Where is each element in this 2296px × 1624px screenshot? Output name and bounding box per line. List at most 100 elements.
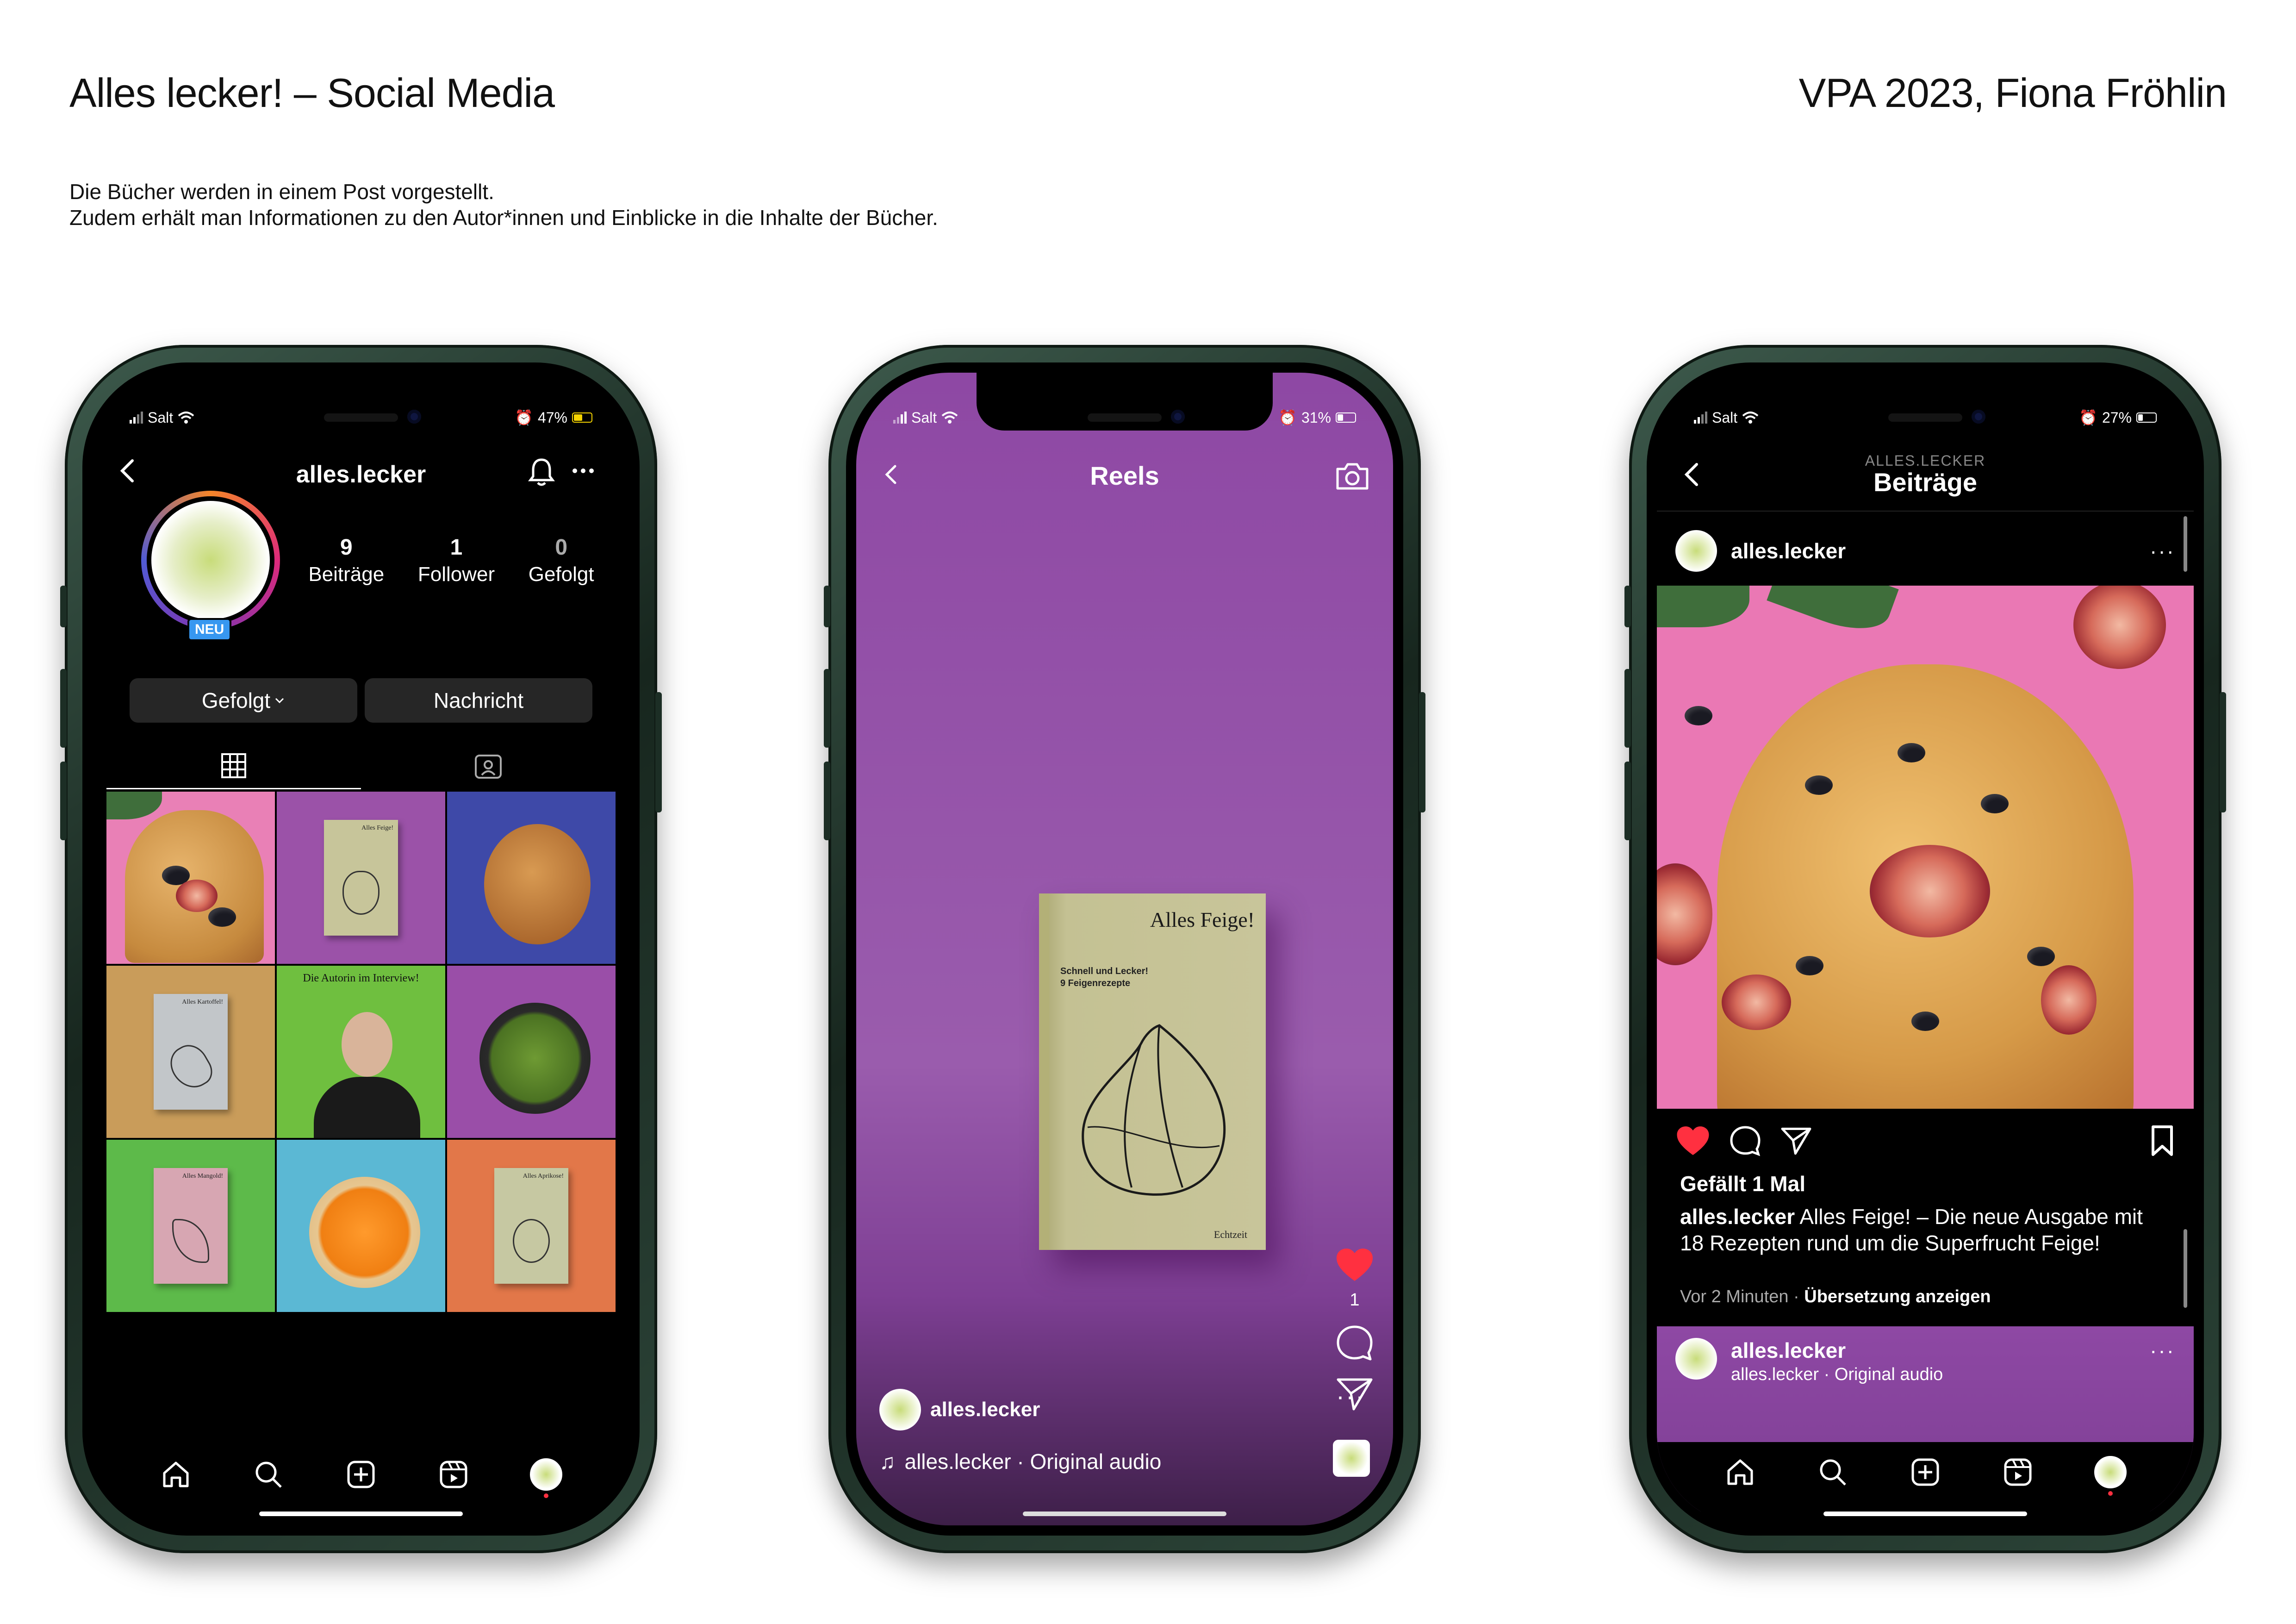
scrollbar[interactable] [2184,1229,2187,1308]
stat-followers[interactable]: 1 Follower [418,535,495,586]
alarm-icon: ⏰ [2079,409,2097,426]
tab-grid[interactable] [106,743,361,789]
bell-icon[interactable] [528,457,555,487]
likes-count: 1 [1350,1290,1360,1310]
fig-illustration [1082,1024,1226,1196]
user-avatar[interactable] [1675,1338,1717,1380]
phone-post: Salt ⏰ 27% ALLES.LECKER Beiträge alles.l… [1624,345,2226,1553]
posts-title: Beiträge [1873,468,1978,497]
chevron-down-icon [275,698,284,704]
user-avatar[interactable] [879,1389,921,1430]
next-post-username[interactable]: alles.lecker [1731,1338,1943,1363]
heart-icon[interactable] [1335,1248,1375,1283]
alarm-icon: ⏰ [515,409,533,426]
following-button[interactable]: Gefolgt [130,678,357,723]
likes-text[interactable]: Gefällt 1 Mal [1680,1171,1805,1196]
book-title: Alles Kartoffel! [182,999,223,1006]
profile-tabs [106,743,616,789]
audio-thumbnail[interactable] [1333,1440,1370,1477]
home-icon[interactable] [160,1458,192,1491]
user-avatar[interactable] [1675,530,1717,572]
bookmark-icon[interactable] [2149,1125,2175,1157]
scrollbar[interactable] [2184,516,2187,572]
book-title: Alles Feige! [1150,908,1255,931]
post-image[interactable] [1657,586,2194,1109]
post-username[interactable]: alles.lecker [1731,538,2136,563]
book-cover: Alles Feige! Schnell und Lecker! 9 Feige… [1039,893,1266,1250]
stat-followers-value: 1 [450,535,463,560]
reel-user[interactable]: alles.lecker [879,1389,1040,1430]
post-grid: Alles Feige! Alles Kartoffel! Die Autori… [106,792,616,1312]
signal-icon [130,412,143,424]
bottom-nav [93,1447,629,1502]
profile-buttons: Gefolgt Nachricht [130,678,592,723]
profile-avatar-icon[interactable] [2094,1456,2127,1496]
grid-post-book-feige[interactable]: Alles Feige! [277,792,445,964]
post-time: Vor 2 Minuten [1680,1287,1789,1306]
grid-post-book-aprikose[interactable]: Alles Aprikose! [447,1140,616,1312]
stat-posts[interactable]: 9 Beiträge [308,535,384,586]
grid-post-focaccia[interactable] [106,792,275,964]
reels-icon[interactable] [437,1458,470,1491]
post-meta: Vor 2 Minuten · Übersetzung anzeigen [1680,1287,1991,1307]
battery-percent: 47% [537,409,567,426]
grid-post-apricots[interactable] [277,1140,445,1312]
caption-username[interactable]: alles.lecker [1680,1205,1795,1229]
grid-post-bread[interactable] [447,792,616,964]
description-line-1: Die Bücher werden in einem Post vorgeste… [69,180,494,204]
home-indicator [1823,1512,2027,1516]
create-icon[interactable] [345,1458,377,1491]
post-screen: Salt ⏰ 27% ALLES.LECKER Beiträge alles.l… [1657,373,2194,1525]
heart-icon[interactable] [1675,1125,1711,1157]
reels-title: Reels [1090,461,1159,490]
search-icon[interactable] [252,1458,285,1491]
stat-followers-label: Follower [417,563,495,586]
grid-post-interview[interactable]: Die Autorin im Interview! [277,966,445,1138]
book-title: Alles Feige! [361,824,393,831]
profile-avatar[interactable] [141,491,280,630]
more-icon[interactable] [569,457,597,485]
grid-post-dish[interactable] [447,966,616,1138]
audio-label: alles.lecker · Original audio [904,1449,1162,1474]
reels-icon[interactable] [2002,1456,2034,1488]
more-icon[interactable]: ··· [1336,1382,1365,1411]
grid-post-book-kartoffel[interactable]: Alles Kartoffel! [106,966,275,1138]
camera-icon[interactable] [1335,460,1370,492]
home-icon[interactable] [1724,1456,1756,1488]
signal-icon [893,412,907,424]
book-title: Alles Aprikose! [523,1173,564,1180]
interview-caption: Die Autorin im Interview! [303,972,419,984]
grid-post-book-mangold[interactable]: Alles Mangold! [106,1140,275,1312]
new-badge: NEU [187,618,232,641]
next-post-header: alles.lecker alles.lecker · Original aud… [1675,1338,2175,1385]
profile-header: alles.lecker [93,451,629,493]
message-button[interactable]: Nachricht [365,678,592,723]
reel-audio[interactable]: ♫ alles.lecker · Original audio [879,1449,1161,1474]
profile-avatar-icon[interactable] [530,1458,562,1498]
search-icon[interactable] [1817,1456,1849,1488]
create-icon[interactable] [1909,1456,1941,1488]
stat-posts-label: Beiträge [308,563,385,586]
stat-following-value: 0 [555,535,568,560]
carrier-label: Salt [148,409,174,426]
following-label: Gefolgt [201,688,271,712]
profile-screen: Salt ⏰ 47% alles.lecker NEU 9 Beiträge 1 F… [93,373,629,1525]
share-icon[interactable] [1780,1126,1812,1156]
stat-following[interactable]: 0 Gefolgt [529,535,594,586]
page-credit: VPA 2023, Fiona Fröhlin [1798,70,2227,116]
more-icon[interactable]: ··· [2150,538,2175,563]
reel-username[interactable]: alles.lecker [930,1398,1040,1421]
wifi-icon [178,412,194,424]
reels-screen: Salt ⏰ 31% Reels Alles Feige! Schnell un… [856,373,1393,1525]
next-post-audio[interactable]: alles.lecker · Original audio [1731,1365,1943,1385]
more-icon[interactable]: ··· [2150,1338,2175,1363]
battery-percent: 27% [2102,409,2132,426]
battery-icon [1336,412,1356,423]
meta-separator: · [1788,1287,1804,1306]
post-caption: alles.lecker Alles Feige! – Die neue Aus… [1680,1204,2166,1256]
comment-icon[interactable] [1729,1125,1761,1157]
translate-link[interactable]: Übersetzung anzeigen [1804,1287,1991,1306]
comment-icon[interactable] [1335,1324,1374,1363]
tab-tagged[interactable] [361,743,616,789]
carrier-label: Salt [1712,409,1738,426]
